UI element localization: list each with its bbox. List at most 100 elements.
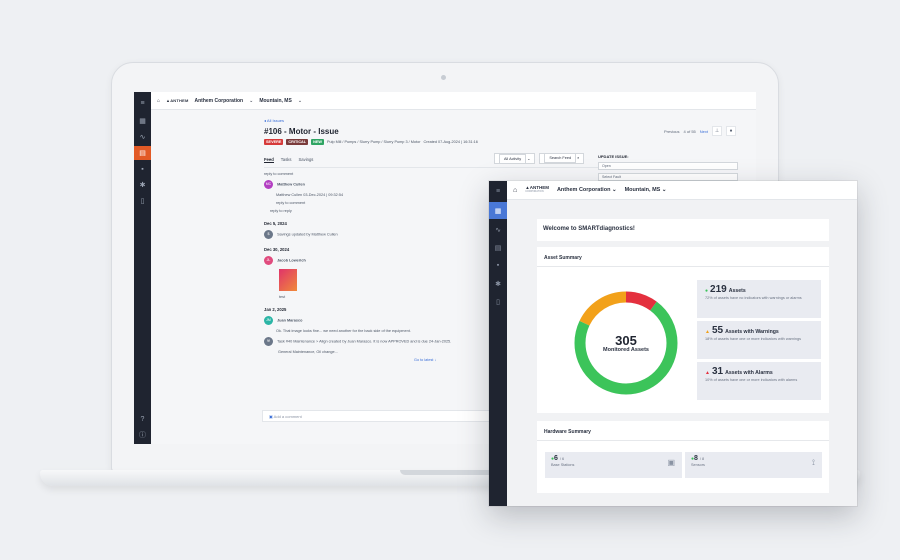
stat-desc: 10% of assets have one or more indicator… xyxy=(705,378,798,382)
back-org-select[interactable]: Anthem Corporation xyxy=(195,98,244,104)
monitored-label: Monitored Assets xyxy=(603,346,649,353)
feed-search-input[interactable]: Search Feed ⌕ xyxy=(539,153,585,164)
status-select[interactable]: Open xyxy=(598,162,738,170)
wrench-icon: ⚒ xyxy=(264,337,273,346)
criticality-tag: CRITICAL xyxy=(286,139,309,145)
tab-savings[interactable]: Savings xyxy=(299,157,314,163)
laptop-camera xyxy=(441,75,446,80)
report-icon[interactable]: ▯ xyxy=(489,293,507,310)
hardware-summary-panel: Hardware Summary ●6 / 6 Base Stations ▣ … xyxy=(537,421,829,493)
feed-user: Juan Marasco xyxy=(277,318,303,323)
monitored-assets-donut: 305 Monitored Assets xyxy=(568,285,684,401)
stat-label: Assets xyxy=(728,288,746,294)
hw-count: 6 xyxy=(554,455,558,462)
issues-icon[interactable]: ▤ xyxy=(134,146,151,160)
hardware-summary-title: Hardware Summary xyxy=(544,429,591,435)
savings-text: Savings updated by Matthew Cullen xyxy=(277,232,338,237)
back-site-select[interactable]: Mountain, MS xyxy=(259,98,292,104)
stat-count: 219 xyxy=(710,284,727,295)
report-icon[interactable]: ▯ xyxy=(134,194,151,208)
attached-image[interactable] xyxy=(279,269,297,291)
device-icon[interactable]: ▪ xyxy=(134,162,151,176)
stat-count: 55 xyxy=(711,325,724,336)
stat-desc: 72% of assets have no indicators with wa… xyxy=(705,296,802,300)
device-icon[interactable]: ▪ xyxy=(489,257,507,274)
severity-tag: SEVERE xyxy=(264,139,284,145)
tab-tasks[interactable]: Tasks xyxy=(281,157,292,163)
fault-select[interactable]: Select Fault xyxy=(598,173,738,181)
home-icon[interactable]: ⌂ xyxy=(157,98,160,104)
update-issue-label: UPDATE ISSUE: xyxy=(598,154,629,159)
activity-filter-select[interactable]: All Activity ⌄ xyxy=(494,153,536,164)
dashboard-topbar: ⌂ ▲ANTHEM CORPORATION Anthem Corporation … xyxy=(507,181,857,200)
dashboard-window: ≡ ▦ ∿ ▤ ▪ ✱ ▯ ⌂ ▲ANTHEM CORPORATION Anthe… xyxy=(489,181,857,506)
attachment-icon[interactable]: ▣ xyxy=(269,414,273,419)
back-sidebar: ≡ ▦ ∿ ▤ ▪ ✱ ▯ ? ⓘ xyxy=(134,92,151,444)
hw-total: / 6 xyxy=(559,457,565,461)
tab-feed[interactable]: Feed xyxy=(264,157,274,163)
stat-label: Assets with Alarms xyxy=(725,370,773,376)
brand-logo: ▲ANTHEM CORPORATION xyxy=(525,184,549,193)
dashboard-sidebar: ≡ ▦ ∿ ▤ ▪ ✱ ▯ xyxy=(489,181,507,506)
menu-icon[interactable]: ≡ xyxy=(489,183,507,200)
router-icon: ▣ xyxy=(667,458,675,467)
hw-card-sensors[interactable]: ●8 / 8 Sensors ⟟ xyxy=(685,452,822,478)
hw-card-base-stations[interactable]: ●6 / 6 Base Stations ▣ xyxy=(545,452,682,478)
issue-tags: SEVERE CRITICAL NEW Pulp Mill / Pumps / … xyxy=(264,139,734,145)
alarm-icon: ▲ xyxy=(705,370,710,376)
issue-title: #106 - Motor - Issue xyxy=(264,127,339,136)
feed-user: Matthew Cullen xyxy=(277,182,305,187)
issues-icon[interactable]: ▤ xyxy=(489,239,507,256)
monitored-count: 305 xyxy=(615,332,637,348)
stat-desc: 18% of assets have one or more indicator… xyxy=(705,337,802,341)
help-icon[interactable]: ? xyxy=(134,412,151,426)
hw-name: Base Stations xyxy=(551,463,575,467)
chevron-down-icon: ⌄ xyxy=(249,97,254,104)
chevron-down-icon: ⌄ xyxy=(297,97,303,104)
hw-count: 8 xyxy=(694,455,698,462)
site-select[interactable]: Mountain, MS ⌄ xyxy=(625,187,667,193)
stat-card-alarms[interactable]: ▲ 31 Assets with Alarms 10% of assets ha… xyxy=(697,362,821,400)
feed-filters: All Activity ⌄ Search Feed ⌕ xyxy=(494,153,585,164)
sensor-icon: ⟟ xyxy=(812,458,815,467)
settings-icon[interactable]: ✱ xyxy=(489,275,507,292)
avatar: MC xyxy=(264,180,273,189)
stat-card-healthy[interactable]: ● 219 Assets 72% of assets have no indic… xyxy=(697,280,821,318)
welcome-banner: Welcome to SMARTdiagnostics! xyxy=(537,219,829,241)
donut-center: 305 Monitored Assets xyxy=(568,285,684,401)
stat-label: Assets with Warnings xyxy=(725,329,779,335)
asset-breadcrumb[interactable]: Pulp Mill / Pumps / Slurry Pump / Slurry… xyxy=(327,140,420,144)
dashboard-icon[interactable]: ▦ xyxy=(489,202,507,219)
created-stamp: Created 07-Aug-2024 | 16:31:16 xyxy=(423,140,478,144)
stat-card-warnings[interactable]: ▲ 55 Assets with Warnings 18% of assets … xyxy=(697,321,821,359)
back-brand-logo: ▲ANTHEM xyxy=(166,98,189,103)
back-topbar: ⌂ ▲ANTHEM Anthem Corporation ⌄ Mountain,… xyxy=(151,92,756,110)
hw-name: Sensors xyxy=(691,463,705,467)
pulse-icon[interactable]: ∿ xyxy=(489,221,507,238)
comment-input[interactable]: ▣ Add a comment xyxy=(262,410,492,422)
divider xyxy=(537,440,829,441)
warning-icon: ▲ xyxy=(705,329,710,335)
laptop-notch xyxy=(400,470,500,475)
pulse-icon[interactable]: ∿ xyxy=(134,130,151,144)
avatar: JL xyxy=(264,256,273,265)
menu-icon[interactable]: ≡ xyxy=(134,96,151,110)
dashboard-icon[interactable]: ▦ xyxy=(134,114,151,128)
hw-total: / 8 xyxy=(699,457,705,461)
asset-summary-title: Asset Summary xyxy=(544,255,582,261)
asset-summary-panel: Asset Summary 305 Monitored Assets ● 219… xyxy=(537,247,829,413)
avatar: JM xyxy=(264,316,273,325)
back-link[interactable]: ◂ All Issues xyxy=(264,118,734,123)
feed-user: Jacob Lowerich xyxy=(277,258,306,263)
stat-count: 31 xyxy=(711,366,724,377)
update-issue-panel: UPDATE ISSUE: Open Select Fault xyxy=(598,154,738,181)
healthy-dot-icon: ● xyxy=(705,288,709,294)
status-tag: NEW xyxy=(311,139,324,145)
org-select[interactable]: Anthem Corporation ⌄ xyxy=(557,187,617,193)
info-icon[interactable]: ⓘ xyxy=(134,428,151,442)
savings-icon: $ xyxy=(264,230,273,239)
home-icon[interactable]: ⌂ xyxy=(513,187,517,194)
divider xyxy=(537,266,829,267)
settings-icon[interactable]: ✱ xyxy=(134,178,151,192)
task-text: Task #40 Maintenance > Align created by … xyxy=(277,339,452,344)
